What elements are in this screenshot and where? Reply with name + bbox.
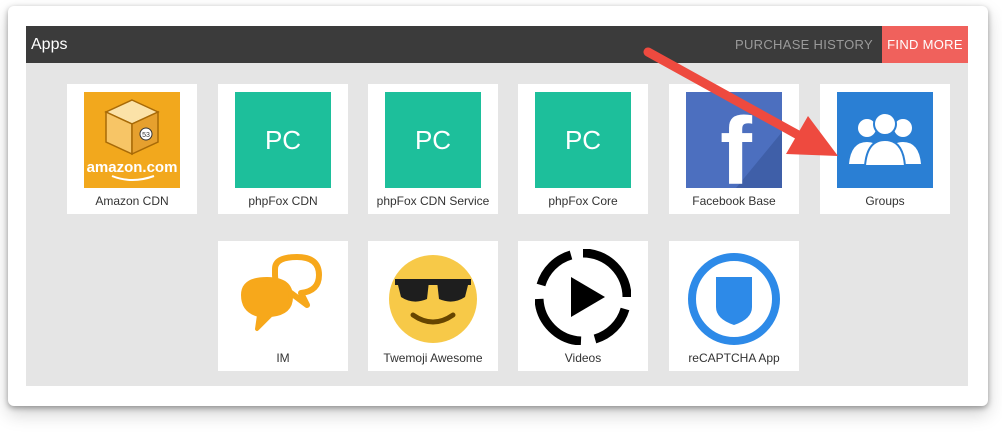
pc-text: PC [264,125,302,155]
shield-icon [686,249,782,345]
app-tile-phpfox-cdn-service[interactable]: PC phpFox CDN Service [368,84,498,214]
app-tile-phpfox-cdn[interactable]: PC phpFox CDN [218,84,348,214]
app-tile-amazon-cdn[interactable]: 53 amazon.com Amazon CDN [67,84,197,214]
chat-bubbles-icon [235,249,331,345]
page-title: Apps [31,36,68,53]
pc-text: PC [564,125,602,155]
app-tile-videos[interactable]: Videos [518,241,648,371]
play-icon [535,249,631,345]
app-label: Groups [865,194,905,208]
amazon-badge: 53 [142,132,150,139]
sunglasses-emoji-icon [385,249,481,345]
app-label: IM [276,351,290,365]
app-tile-facebook-base[interactable]: f Facebook Base [669,84,799,214]
app-label: phpFox CDN [248,194,318,208]
app-label: Facebook Base [692,194,776,208]
app-label: Amazon CDN [95,194,169,208]
purchase-history-link[interactable]: PURCHASE HISTORY [735,26,873,63]
phpfox-pc-icon: PC [535,92,631,188]
app-tile-phpfox-core[interactable]: PC phpFox Core [518,84,648,214]
amazon-cdn-icon: 53 amazon.com [84,92,180,188]
phpfox-pc-icon: PC [235,92,331,188]
app-label: Twemoji Awesome [383,351,483,365]
app-tile-twemoji-awesome[interactable]: Twemoji Awesome [368,241,498,371]
app-tile-im[interactable]: IM [218,241,348,371]
app-label: phpFox Core [548,194,618,208]
facebook-icon: f [686,92,782,188]
amazon-wordmark: amazon.com [87,159,178,176]
pc-text: PC [414,125,452,155]
phpfox-pc-icon: PC [385,92,481,188]
app-label: phpFox CDN Service [376,194,490,208]
app-tile-groups[interactable]: Groups [820,84,950,214]
apps-header-bar: Apps PURCHASE HISTORY FIND MORE [26,26,968,63]
facebook-f: f [720,98,753,188]
app-label: reCAPTCHA App [688,351,780,365]
groups-icon [837,92,933,188]
find-more-button[interactable]: FIND MORE [882,26,968,63]
app-label: Videos [564,351,602,365]
app-tile-recaptcha[interactable]: reCAPTCHA App [669,241,799,371]
